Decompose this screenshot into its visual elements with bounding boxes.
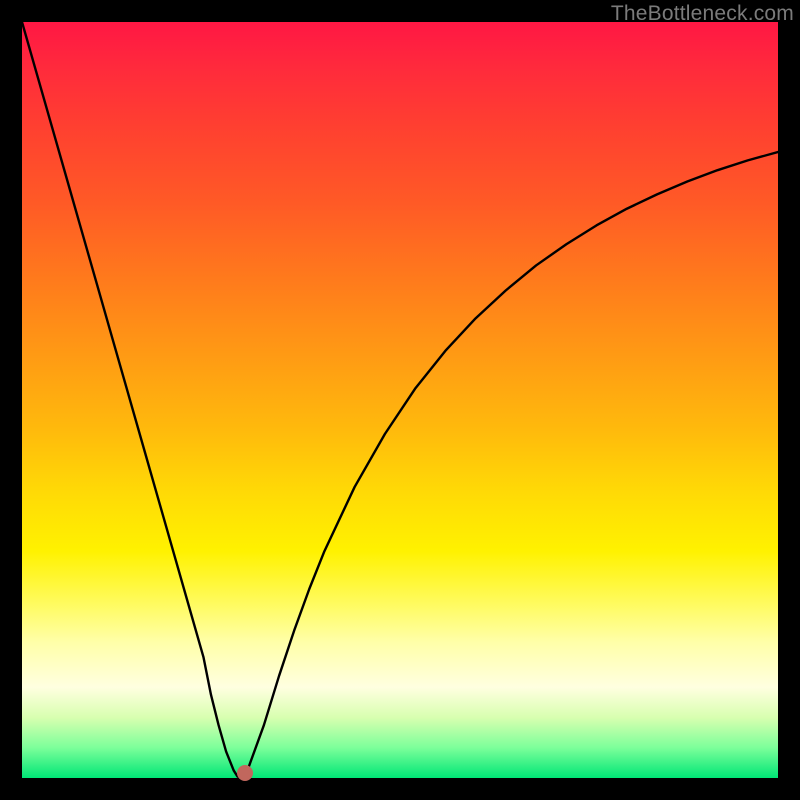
chart-gradient-background [22, 22, 778, 778]
watermark-text: TheBottleneck.com [611, 2, 794, 26]
chart-container: TheBottleneck.com [0, 0, 800, 800]
